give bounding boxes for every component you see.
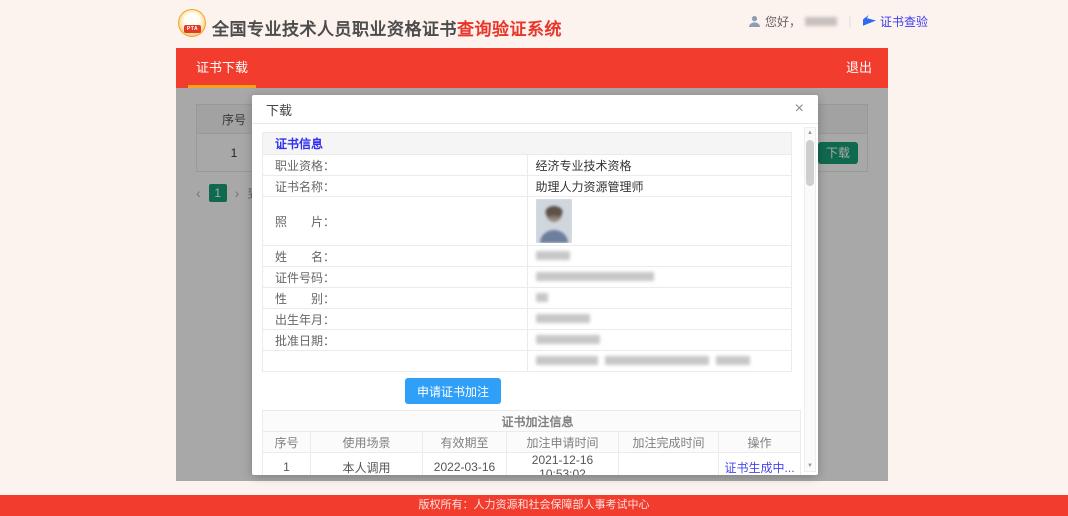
field-value-redacted	[527, 246, 792, 267]
footer: 版权所有：人力资源和社会保障部人事考试中心	[0, 495, 1068, 516]
user-icon	[748, 15, 761, 28]
field-value-redacted	[527, 267, 792, 288]
col-header: 序号	[263, 432, 311, 453]
cell-action: 证书生成中...	[719, 453, 801, 476]
col-header: 有效期至	[423, 432, 507, 453]
scrollbar-thumb[interactable]	[806, 140, 814, 186]
modal-body: 证书信息 职业资格： 经济专业技术资格 证书名称： 助理人力资源管理师 照 片：	[252, 125, 818, 475]
col-header: 加注申请时间	[507, 432, 619, 453]
field-label: 性 别：	[263, 288, 528, 309]
pta-logo-icon: PTA	[178, 9, 206, 37]
redacted-value	[536, 293, 548, 302]
field-row: 职业资格： 经济专业技术资格	[263, 155, 792, 176]
field-value-redacted	[527, 288, 792, 309]
apply-annotation-button[interactable]: 申请证书加注	[405, 378, 501, 404]
modal-scrollbar[interactable]: ▲ ▼	[804, 127, 816, 472]
field-label: 姓 名：	[263, 246, 528, 267]
field-label: 职业资格：	[263, 155, 528, 176]
field-label: 批准日期：	[263, 330, 528, 351]
cell-finish-time	[619, 453, 719, 476]
field-value: 经济专业技术资格	[527, 155, 792, 176]
modal-title: 下载	[266, 100, 292, 119]
field-row: 证件号码：	[263, 267, 792, 288]
navbar: 证书下载 退出	[176, 48, 888, 88]
field-value	[527, 197, 792, 246]
field-row: 照 片：	[263, 197, 792, 246]
field-label: 照 片：	[263, 197, 528, 246]
redacted-value	[605, 356, 709, 365]
field-value: 助理人力资源管理师	[527, 176, 792, 197]
field-value-redacted	[527, 351, 792, 372]
field-value-redacted	[527, 330, 792, 351]
logout-button[interactable]: 退出	[846, 48, 872, 88]
redacted-value	[536, 272, 654, 281]
field-label	[263, 351, 528, 372]
page: PTA 全国专业技术人员职业资格证书查询验证系统 您好， ｜ 证书查验 证书下载…	[0, 0, 1068, 516]
close-icon[interactable]: ×	[795, 101, 804, 117]
field-row: 证书名称： 助理人力资源管理师	[263, 176, 792, 197]
section-title-annotation: 证书加注信息	[263, 411, 801, 432]
section-title-cert-info: 证书信息	[263, 133, 792, 155]
cell-scene: 本人调用	[311, 453, 423, 476]
cell-apply-time: 2021-12-16 10:53:02	[507, 453, 619, 476]
cell-valid-until: 2022-03-16	[423, 453, 507, 476]
field-row: 性 别：	[263, 288, 792, 309]
field-label: 证件号码：	[263, 267, 528, 288]
modal-header: 下载 ×	[252, 95, 818, 124]
download-modal: 下载 × 证书信息 职业资格： 经济专业技术资格 证书名称： 助理人力资源管理师…	[252, 95, 818, 475]
page-title-accent: 查询验证系统	[457, 20, 562, 39]
scroll-up-icon[interactable]: ▲	[805, 130, 815, 136]
col-header: 加注完成时间	[619, 432, 719, 453]
col-header: 使用场景	[311, 432, 423, 453]
greeting-separator: ｜	[844, 13, 856, 30]
redacted-username	[805, 17, 837, 26]
field-label: 证书名称：	[263, 176, 528, 197]
tab-certificate-download[interactable]: 证书下载	[196, 48, 248, 88]
redacted-value	[536, 251, 570, 260]
certificate-info-table: 证书信息 职业资格： 经济专业技术资格 证书名称： 助理人力资源管理师 照 片：	[262, 132, 792, 372]
redacted-value	[716, 356, 750, 365]
user-greeting: 您好， ｜ 证书查验	[748, 13, 928, 30]
cell-seq: 1	[263, 453, 311, 476]
copyright-text: 版权所有：人力资源和社会保障部人事考试中心	[419, 499, 650, 511]
pta-logo-text: PTA	[184, 25, 201, 33]
annotation-info-table: 证书加注信息 序号 使用场景 有效期至 加注申请时间 加注完成时间 操作 1 本…	[262, 410, 801, 475]
certificate-verify-link[interactable]: 证书查验	[880, 13, 928, 30]
top-header: PTA 全国专业技术人员职业资格证书查询验证系统 您好， ｜ 证书查验	[0, 0, 1068, 48]
redacted-value	[536, 314, 590, 323]
field-value-redacted	[527, 309, 792, 330]
redacted-value	[536, 356, 598, 365]
page-title-main: 全国专业技术人员职业资格证书	[212, 20, 457, 39]
apply-button-wrap: 申请证书加注	[405, 378, 792, 404]
certificate-photo	[536, 199, 572, 243]
field-row: 姓 名：	[263, 246, 792, 267]
annotation-row: 1 本人调用 2022-03-16 2021-12-16 10:53:02 证书…	[263, 453, 801, 476]
scroll-down-icon[interactable]: ▼	[805, 463, 815, 469]
field-label: 出生年月：	[263, 309, 528, 330]
page-title: 全国专业技术人员职业资格证书查询验证系统	[212, 15, 562, 40]
greeting-text: 您好，	[765, 13, 801, 30]
field-row: 批准日期：	[263, 330, 792, 351]
col-header: 操作	[719, 432, 801, 453]
redacted-value	[536, 335, 600, 344]
annotation-header-row: 序号 使用场景 有效期至 加注申请时间 加注完成时间 操作	[263, 432, 801, 453]
field-row	[263, 351, 792, 372]
share-arrow-icon	[863, 15, 876, 28]
field-row: 出生年月：	[263, 309, 792, 330]
cert-generating-link[interactable]: 证书生成中...	[725, 461, 795, 475]
